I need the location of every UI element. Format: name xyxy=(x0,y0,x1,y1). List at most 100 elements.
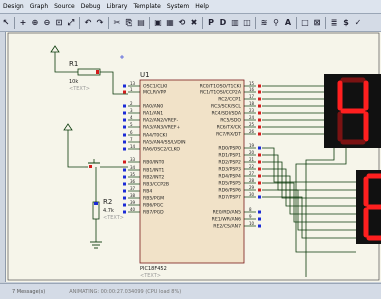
pin-name: RA6/OSC2/CLKO xyxy=(143,147,180,153)
toolbar-separator xyxy=(325,16,326,29)
power-terminal-bottom[interactable] xyxy=(63,123,73,140)
wire-autorouter-icon[interactable]: ≋ xyxy=(259,18,269,28)
toolbar-separator xyxy=(202,16,203,29)
pointer-icon[interactable]: ↖ xyxy=(1,18,11,28)
plus-icon[interactable]: + xyxy=(18,18,28,28)
pin-state-indicator xyxy=(258,174,261,178)
push-button[interactable] xyxy=(85,159,100,168)
property-icon[interactable]: A xyxy=(283,18,293,28)
block-copy-icon[interactable]: ▣ xyxy=(153,18,163,28)
pin-state-indicator xyxy=(123,168,126,172)
pin-state-indicator xyxy=(258,90,261,94)
pin-name: RD2/PSP2 xyxy=(218,160,241,166)
menu-design[interactable]: Design xyxy=(0,0,27,13)
pin-name: RA0/AN0 xyxy=(143,104,163,110)
cut-icon[interactable]: ✂ xyxy=(112,18,122,28)
menu-help[interactable]: Help xyxy=(192,0,212,13)
pin-state-indicator xyxy=(123,133,126,137)
pin-name: RD4/PSP4 xyxy=(218,174,241,180)
pin-number: 37 xyxy=(130,186,136,191)
pin-number: 3 xyxy=(130,108,133,113)
pin-state-indicator xyxy=(123,196,126,200)
toolbar-separator xyxy=(108,16,109,29)
pin-number: 28 xyxy=(249,178,255,183)
block-delete-icon[interactable]: ✖ xyxy=(189,18,199,28)
copy-icon[interactable]: ⎘ xyxy=(124,18,134,28)
zoom-out-icon[interactable]: ⊖ xyxy=(42,18,52,28)
r1-ref: R1 xyxy=(69,60,78,68)
schematic-canvas[interactable]: R1 10k <TEXT> R2 4.7k <TEXT> U1 PIC18F45… xyxy=(6,32,381,282)
pin-name: MCLR/VPP xyxy=(143,90,166,96)
resistor-r1[interactable]: R1 10k <TEXT> xyxy=(69,60,101,92)
menu-source[interactable]: Source xyxy=(51,0,78,13)
new-sheet-icon[interactable]: □ xyxy=(300,18,310,28)
netlist-icon[interactable]: ≣ xyxy=(329,18,339,28)
pin-state-indicator xyxy=(123,125,126,129)
redo-icon[interactable]: ↷ xyxy=(95,18,105,28)
menu-system[interactable]: System xyxy=(164,0,192,13)
power-terminal-top[interactable] xyxy=(50,45,60,60)
zoom-area-icon[interactable]: ⊡ xyxy=(54,18,64,28)
zoom-in-icon[interactable]: ⊕ xyxy=(30,18,40,28)
seven-segment-display-1[interactable]: 4 xyxy=(324,73,381,148)
pin-name: RC3/SCK/SCL xyxy=(211,104,241,110)
pin-name: RE0/RD/AN5 xyxy=(213,210,241,216)
pin-state-indicator xyxy=(123,182,126,186)
resistor-r2[interactable]: R2 4.7k <TEXT> xyxy=(92,198,124,221)
pin-name: RB4 xyxy=(143,189,152,195)
chip-part: PIC18F452 xyxy=(140,266,167,272)
menu-debug[interactable]: Debug xyxy=(78,0,104,13)
pin-name: RA2/AN2/VREF- xyxy=(143,118,179,124)
menu-library[interactable]: Library xyxy=(103,0,130,13)
block-rotate-icon[interactable]: ⟲ xyxy=(177,18,187,28)
pin-number: 8 xyxy=(249,207,252,212)
remove-sheet-icon[interactable]: ⊠ xyxy=(312,18,322,28)
ground-symbol[interactable] xyxy=(90,241,102,249)
pin-name: RA4/T0CKI xyxy=(143,133,167,139)
pin-state-indicator xyxy=(123,203,126,207)
pin-number: 14 xyxy=(130,144,136,149)
pin-number: 10 xyxy=(249,221,255,226)
pin-name: RC7/RX/DT xyxy=(216,132,241,138)
package-icon[interactable]: ▥ xyxy=(230,18,240,28)
menu-template[interactable]: Template xyxy=(130,0,163,13)
toolbar: ↖ + ⊕ ⊖ ⊡ ⤢ ↶ ↷ ✂ ⎘ ▤ ▣ ▦ ⟲ ✖ P D ▥ ◫ ≋ ⚲ A □ ⊠ ≣ $ ✓ xyxy=(0,14,381,32)
menu-graph[interactable]: Graph xyxy=(27,0,51,13)
pin-state-indicator xyxy=(258,181,261,185)
make-device-icon[interactable]: D xyxy=(218,18,228,28)
pin-state-indicator xyxy=(258,210,261,214)
pin-state-indicator xyxy=(258,104,261,108)
pin-state-indicator xyxy=(123,210,126,214)
pin-number: 40 xyxy=(130,207,136,212)
pin-name: RA1/AN1 xyxy=(143,111,163,117)
pin-number: 29 xyxy=(249,185,255,190)
pin-name: RD6/PSP6 xyxy=(218,188,241,194)
bom-icon[interactable]: $ xyxy=(341,18,351,28)
pick-device-icon[interactable]: P xyxy=(206,18,216,28)
r1-value: 10k xyxy=(69,79,78,85)
pin-state-indicator xyxy=(123,118,126,122)
block-move-icon[interactable]: ▦ xyxy=(165,18,175,28)
zoom-all-icon[interactable]: ⤢ xyxy=(66,18,76,28)
undo-icon[interactable]: ↶ xyxy=(83,18,93,28)
pin-name: RD0/PSP0 xyxy=(218,146,241,152)
pin-state-indicator xyxy=(258,125,261,129)
pin-state-indicator xyxy=(123,140,126,144)
erc-icon[interactable]: ✓ xyxy=(353,18,363,28)
toolbar-separator xyxy=(255,16,256,29)
decompose-icon[interactable]: ◫ xyxy=(242,18,252,28)
origin-marker xyxy=(120,55,124,59)
pin-name: RC5/SDO xyxy=(220,118,241,124)
r2-text: <TEXT> xyxy=(103,215,124,221)
pic-chip[interactable]: U1 PIC18F452 <TEXT> 13 OSC1/CLKI 1 MCLR/VPP… xyxy=(123,71,261,279)
pin-name: OSC1/CLKI xyxy=(143,84,167,90)
pin-state-indicator xyxy=(258,132,261,136)
search-icon[interactable]: ⚲ xyxy=(271,18,281,28)
status-message[interactable]: 7 Message(s) xyxy=(12,289,45,295)
pin-state-indicator xyxy=(123,147,126,151)
seven-segment-display-2[interactable]: 8 xyxy=(356,169,381,244)
pin-number: 39 xyxy=(130,200,136,205)
paste-icon[interactable]: ▤ xyxy=(136,18,146,28)
pin-number: 30 xyxy=(249,192,255,197)
pin-name: RC1/T1OSI/CCP2A xyxy=(200,90,242,96)
